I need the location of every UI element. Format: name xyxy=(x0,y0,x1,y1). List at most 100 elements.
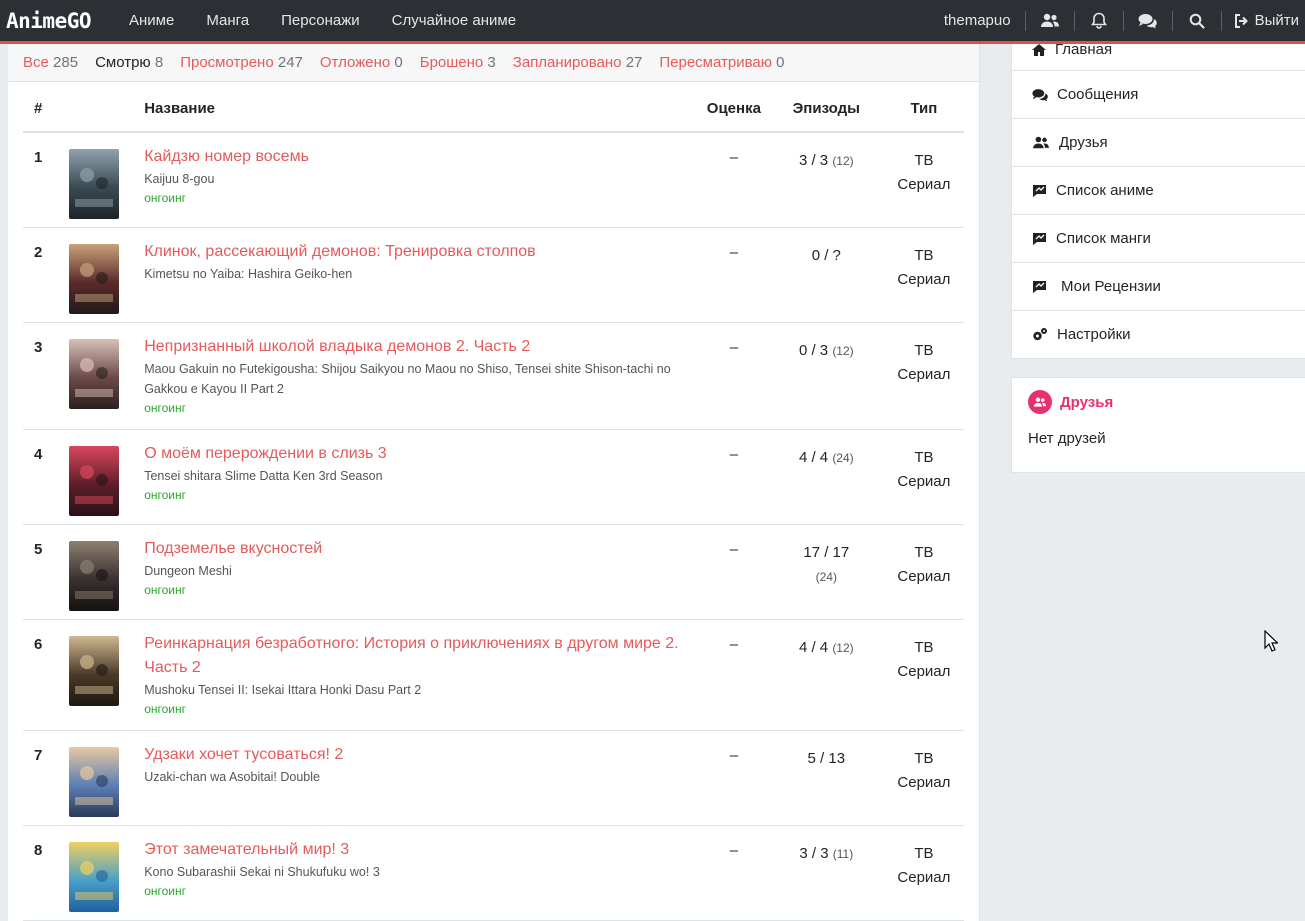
episodes-cell[interactable]: 4 / 4 (12) xyxy=(768,619,884,731)
title-cell: Удзаки хочет тусоваться! 2 Uzaki-chan wa … xyxy=(144,730,699,826)
nav-link-random-anime[interactable]: Случайное аниме xyxy=(392,12,516,29)
type-cell: ТВ Сериал xyxy=(883,825,964,921)
sidebar-item-manga-list[interactable]: Список манги xyxy=(1012,214,1305,262)
episodes-total: (24) xyxy=(815,569,837,584)
col-header-type[interactable]: Тип xyxy=(883,86,964,133)
score-cell[interactable]: – xyxy=(698,227,769,323)
anime-title-link[interactable]: Удзаки хочет тусоваться! 2 xyxy=(144,743,687,767)
type-cell: ТВ Сериал xyxy=(883,730,964,826)
site-logo[interactable]: AnimeGO xyxy=(6,9,92,33)
anime-poster-image[interactable] xyxy=(68,338,119,409)
bell-icon xyxy=(1090,12,1107,29)
status-badge: онгоинг xyxy=(144,191,186,205)
filter-watching[interactable]: Смотрю 8 xyxy=(95,54,163,71)
sidebar-menu: Главная Сообщения Друзья Список аниме Сп… xyxy=(1011,41,1305,359)
nav-link-manga[interactable]: Манга xyxy=(206,12,249,29)
episodes-total: (12) xyxy=(832,640,854,655)
sidebar-item-anime-list[interactable]: Список аниме xyxy=(1012,166,1305,214)
filter-planned[interactable]: Запланировано 27 xyxy=(513,54,643,71)
friends-nav-button[interactable] xyxy=(1026,0,1074,41)
mouse-cursor-icon xyxy=(1264,630,1278,652)
col-header-score[interactable]: Оценка xyxy=(698,86,769,133)
search-icon xyxy=(1189,13,1205,29)
col-header-title[interactable]: Название xyxy=(144,86,699,133)
anime-title-link[interactable]: Непризнанный школой владыка демонов 2. Ч… xyxy=(144,335,687,359)
sidebar-item-messages[interactable]: Сообщения xyxy=(1012,70,1305,118)
friends-widget-title[interactable]: Друзья xyxy=(1060,394,1113,411)
col-header-num: # xyxy=(23,86,60,133)
top-navbar: AnimeGO Аниме Манга Персонажи Случайное … xyxy=(0,0,1305,44)
anime-title-link[interactable]: Этот замечательный мир! 3 xyxy=(144,838,687,862)
anime-poster-image[interactable] xyxy=(68,540,119,611)
type-format: Сериал xyxy=(897,176,951,193)
anime-poster-image[interactable] xyxy=(68,635,119,706)
filter-all[interactable]: Все 285 xyxy=(23,54,78,71)
type-kind: ТВ xyxy=(914,246,934,264)
friends-empty-text: Нет друзей xyxy=(1028,430,1106,447)
type-kind: ТВ xyxy=(914,638,934,656)
type-kind: ТВ xyxy=(914,844,934,862)
filter-on-hold[interactable]: Отложено 0 xyxy=(320,54,403,71)
episodes-cell[interactable]: 3 / 3 (11) xyxy=(768,825,884,921)
friends-widget-header: Друзья xyxy=(1028,390,1289,414)
title-cell: Кайдзю номер восемь Kaijuu 8-gou онгоинг xyxy=(144,132,699,228)
episodes-progress: 5 / 13 xyxy=(807,749,846,767)
table-row: 1 Кайдзю номер восемь Kaijuu 8-gou онгоинг –… xyxy=(23,132,964,228)
filter-rewatching[interactable]: Пересматриваю 0 xyxy=(659,54,784,71)
main-nav: Аниме Манга Персонажи Случайное аниме xyxy=(129,12,548,29)
episodes-cell[interactable]: 0 / ? xyxy=(768,227,884,323)
review-icon xyxy=(1033,281,1046,293)
filter-dropped[interactable]: Брошено 3 xyxy=(420,54,496,71)
anime-title-link[interactable]: Кайдзю номер восемь xyxy=(144,145,687,169)
logout-button[interactable]: Выйти xyxy=(1222,12,1305,29)
anime-title-link[interactable]: Реинкарнация безработного: История о при… xyxy=(144,632,687,680)
anime-original-title: Maou Gakuin no Futekigousha: Shijou Saik… xyxy=(144,361,671,396)
title-cell: Этот замечательный мир! 3 Kono Subarashii… xyxy=(144,825,699,921)
nav-link-characters[interactable]: Персонажи xyxy=(281,12,360,29)
status-filter-bar: Все 285 Смотрю 8 Просмотрено 247 Отложен… xyxy=(8,44,979,82)
anime-poster-image[interactable] xyxy=(68,445,119,516)
anime-poster-image[interactable] xyxy=(68,149,119,219)
logout-icon xyxy=(1234,13,1248,28)
row-number: 4 xyxy=(23,429,60,525)
anime-title-link[interactable]: Подземелье вкусностей xyxy=(144,537,687,561)
sidebar-item-friends[interactable]: Друзья xyxy=(1012,118,1305,166)
table-row: 5 Подземелье вкусностей Dungeon Meshi онгои… xyxy=(23,524,964,620)
score-cell[interactable]: – xyxy=(698,322,769,430)
anime-title-link[interactable]: О моём перерождении в слизь 3 xyxy=(144,442,687,466)
username-link[interactable]: themapuo xyxy=(944,12,1025,29)
status-badge: онгоинг xyxy=(144,883,186,898)
episodes-total: (24) xyxy=(832,450,854,465)
episodes-cell[interactable]: 5 / 13 xyxy=(768,730,884,826)
sidebar-item-home[interactable]: Главная xyxy=(1012,41,1305,70)
score-cell[interactable]: – xyxy=(698,132,769,228)
sidebar-item-label: Список манги xyxy=(1056,230,1151,247)
episodes-cell[interactable]: 3 / 3 (12) xyxy=(768,132,884,228)
sidebar-item-settings[interactable]: Настройки xyxy=(1012,310,1305,358)
col-header-episodes[interactable]: Эпизоды xyxy=(768,86,884,133)
episodes-cell[interactable]: 0 / 3 (12) xyxy=(768,322,884,430)
users-icon xyxy=(1040,13,1059,27)
anime-title-link[interactable]: Клинок, рассекающий демонов: Тренировка … xyxy=(144,240,687,264)
nav-link-anime[interactable]: Аниме xyxy=(129,12,174,29)
anime-poster-image[interactable] xyxy=(68,841,119,912)
anime-poster-image[interactable] xyxy=(68,243,119,314)
sidebar-item-reviews[interactable]: Мои Рецензии xyxy=(1012,262,1305,310)
filter-completed[interactable]: Просмотрено 247 xyxy=(180,54,303,71)
score-cell[interactable]: – xyxy=(698,730,769,826)
table-row: 8 Этот замечательный мир! 3 Kono Subarashi… xyxy=(23,825,964,921)
score-cell[interactable]: – xyxy=(698,429,769,525)
episodes-cell[interactable]: 17 / 17 (24) xyxy=(768,524,884,620)
anime-poster-image[interactable] xyxy=(68,746,119,817)
episodes-progress: 0 / ? xyxy=(811,246,841,264)
score-cell[interactable]: – xyxy=(698,619,769,731)
messages-nav-button[interactable] xyxy=(1124,0,1172,41)
notifications-button[interactable] xyxy=(1075,0,1123,41)
episodes-cell[interactable]: 4 / 4 (24) xyxy=(768,429,884,525)
poster-cell xyxy=(59,429,145,525)
users-icon xyxy=(1033,397,1047,407)
score-cell[interactable]: – xyxy=(698,524,769,620)
search-button[interactable] xyxy=(1173,0,1221,41)
score-cell[interactable]: – xyxy=(698,825,769,921)
gears-icon xyxy=(1033,328,1047,341)
